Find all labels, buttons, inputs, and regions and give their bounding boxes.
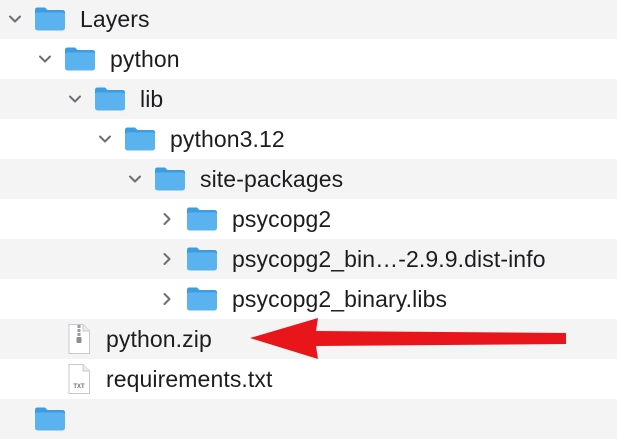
chevron-down-icon[interactable]	[94, 128, 116, 150]
tree-row-label: psycopg2_bin…-2.9.9.dist-info	[232, 246, 546, 272]
chevron-down-icon[interactable]	[4, 8, 26, 30]
folder-icon	[65, 47, 95, 71]
file-tree: Layers python lib python3.12 site-packag…	[0, 0, 617, 439]
text-file-icon: TXT	[68, 364, 90, 394]
chevron-down-icon[interactable]	[34, 48, 56, 70]
tree-row-requirements-txt[interactable]: TXT requirements.txt	[0, 359, 617, 399]
tree-row-label: Layers	[80, 6, 150, 32]
folder-icon	[35, 407, 65, 431]
tree-row-site-packages[interactable]: site-packages	[0, 159, 617, 199]
tree-row-lib[interactable]: lib	[0, 79, 617, 119]
chevron-right-icon[interactable]	[156, 248, 178, 270]
tree-row-label: python3.12	[170, 126, 285, 152]
tree-row-label: python	[110, 46, 180, 72]
chevron-right-icon[interactable]	[156, 288, 178, 310]
tree-row-python[interactable]: python	[0, 39, 617, 79]
tree-row-label: site-packages	[200, 166, 344, 192]
tree-row-label: python.zip	[106, 326, 212, 352]
folder-icon	[187, 207, 217, 231]
folder-icon	[95, 87, 125, 111]
folder-icon	[155, 167, 185, 191]
chevron-right-icon[interactable]	[156, 208, 178, 230]
tree-row-layers[interactable]: Layers	[0, 0, 617, 39]
folder-icon	[187, 287, 217, 311]
tree-row-psycopg2-dist-info[interactable]: psycopg2_bin…-2.9.9.dist-info	[0, 239, 617, 279]
chevron-down-icon[interactable]	[64, 88, 86, 110]
tree-row-python3-12[interactable]: python3.12	[0, 119, 617, 159]
tree-row-label: psycopg2_binary.libs	[232, 286, 448, 312]
tree-row-python-zip[interactable]: python.zip	[0, 319, 617, 359]
tree-row-psycopg2-binary-libs[interactable]: psycopg2_binary.libs	[0, 279, 617, 319]
tree-row-label: lib	[140, 86, 164, 112]
tree-row-psycopg2[interactable]: psycopg2	[0, 199, 617, 239]
folder-icon	[35, 7, 65, 31]
tree-row-label: psycopg2	[232, 206, 332, 232]
zip-file-icon	[68, 324, 90, 354]
file-type-text: TXT	[73, 384, 85, 390]
tree-row-label: requirements.txt	[106, 366, 273, 392]
chevron-down-icon[interactable]	[124, 168, 146, 190]
tree-row-partial	[0, 399, 617, 439]
folder-icon	[125, 127, 155, 151]
folder-icon	[187, 247, 217, 271]
